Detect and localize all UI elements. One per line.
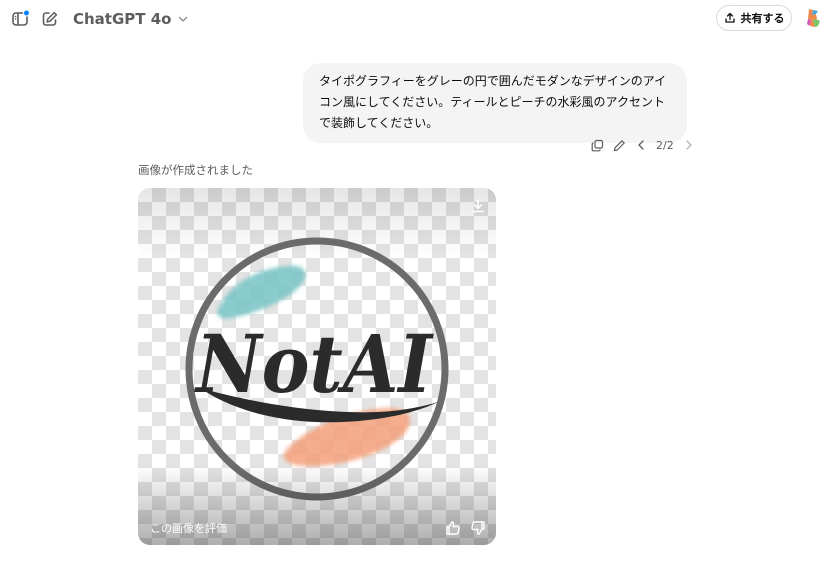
pencil-icon xyxy=(613,139,625,151)
new-chat-button[interactable] xyxy=(38,7,62,31)
top-bar: ChatGPT 4o 共有する xyxy=(0,0,828,38)
download-icon xyxy=(472,199,484,213)
user-message-bubble: タイポグラフィーをグレーの円で囲んだモダンなデザインのアイコン風にしてください。… xyxy=(303,63,687,143)
user-message-text: タイポグラフィーをグレーの円で囲んだモダンなデザインのアイコン風にしてください。… xyxy=(319,74,667,130)
message-actions: 2/2 xyxy=(590,136,696,154)
sidebar-toggle-button[interactable] xyxy=(8,7,32,31)
chevron-right-icon xyxy=(686,140,692,150)
next-version-button[interactable] xyxy=(682,138,696,152)
generated-image[interactable]: NotAI この画像を評価 xyxy=(138,188,496,545)
sidebar-toggle-icon xyxy=(12,10,29,26)
notification-dot xyxy=(23,10,29,17)
prev-version-button[interactable] xyxy=(634,138,648,152)
copy-icon xyxy=(591,139,603,151)
share-upload-icon xyxy=(724,12,735,23)
edit-message-button[interactable] xyxy=(612,138,626,152)
pencil-square-icon xyxy=(42,11,58,26)
version-pager: 2/2 xyxy=(656,138,674,152)
model-name: ChatGPT 4o xyxy=(73,10,172,28)
thumbs-up-icon xyxy=(446,521,460,535)
thumbs-down-icon xyxy=(471,521,485,535)
image-created-status: 画像が作成されました xyxy=(138,163,253,177)
model-selector[interactable]: ChatGPT 4o xyxy=(73,8,189,30)
share-label: 共有する xyxy=(740,12,785,25)
share-button[interactable]: 共有する xyxy=(716,5,792,31)
chevron-left-icon xyxy=(638,140,644,150)
rate-image-label: この画像を評価 xyxy=(150,522,227,535)
thumbs-up-button[interactable] xyxy=(444,519,462,537)
download-button[interactable] xyxy=(469,197,487,215)
copy-button[interactable] xyxy=(590,138,604,152)
thumbs-down-button[interactable] xyxy=(469,519,487,537)
chat-app: ChatGPT 4o 共有する タイポグラフィーをグレーの円で囲んだモダンなデザ… xyxy=(0,0,828,564)
chevron-down-icon xyxy=(179,16,188,22)
avatar[interactable] xyxy=(803,7,825,29)
